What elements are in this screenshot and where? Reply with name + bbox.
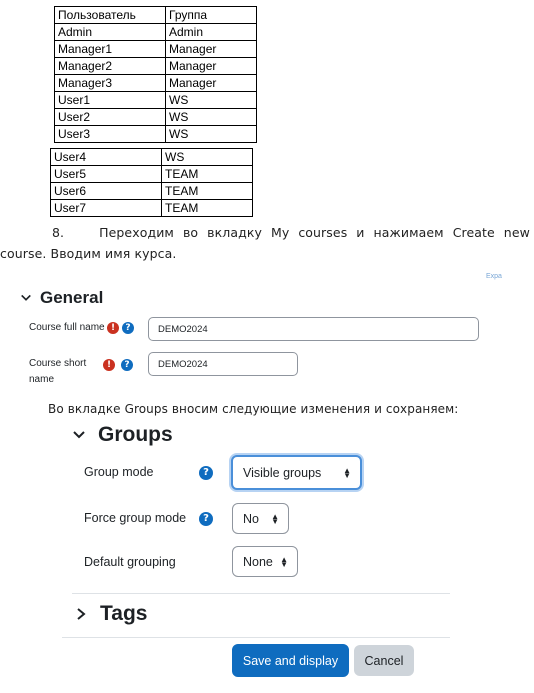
user-cell: Manager2: [54, 57, 166, 75]
user-cell: User6: [50, 182, 162, 200]
step-word: Переходим: [99, 225, 174, 240]
course-short-name-label-line-2: name: [29, 374, 55, 385]
cancel-button[interactable]: Cancel: [354, 645, 414, 676]
users-groups-table-continued: User4 WS User5 TEAM User6 TEAM User7 TEAM: [50, 148, 253, 217]
groups-instruction-text: Во вкладке Groups вносим следующие измен…: [48, 402, 459, 416]
table-row: User7 TEAM: [50, 199, 253, 217]
group-mode-label: Group mode: [84, 465, 154, 479]
general-section-toggle[interactable]: General: [20, 288, 103, 308]
force-group-mode-select[interactable]: No ▲ ▼: [232, 503, 289, 534]
course-short-name-label-line-1: Course short: [29, 358, 87, 369]
default-grouping-value: None: [243, 554, 273, 569]
chevron-down-icon: [73, 431, 85, 439]
step-word: Create: [452, 225, 495, 240]
course-short-name-value: DEMO2024: [158, 358, 208, 370]
step-word: и: [356, 225, 365, 240]
groups-section-toggle[interactable]: Groups: [72, 423, 173, 447]
tags-section-toggle[interactable]: Tags: [74, 602, 147, 626]
step-word: My: [270, 225, 290, 240]
table-row: Admin Admin: [54, 23, 257, 41]
groups-section-title: Groups: [98, 423, 173, 446]
group-cell: Manager: [165, 57, 257, 75]
users-groups-table: Пользователь Группа Admin Admin Manager1 Mana…: [54, 6, 257, 143]
group-cell: Admin: [165, 23, 257, 41]
force-group-mode-label: Force group mode: [84, 511, 187, 525]
up-down-arrows-icon: ▲ ▼: [280, 554, 288, 569]
tags-section-title: Tags: [100, 602, 148, 625]
group-mode-select[interactable]: Visible groups ▲ ▼: [231, 455, 362, 490]
user-cell: Manager3: [54, 74, 166, 92]
required-icon: !: [107, 322, 119, 334]
group-mode-value: Visible groups: [243, 465, 322, 480]
table-row: User1 WS: [54, 91, 257, 109]
user-cell: User3: [54, 125, 166, 143]
step-word: вкладку: [207, 225, 262, 240]
save-and-display-button[interactable]: Save and display: [232, 644, 349, 677]
help-icon[interactable]: ?: [122, 322, 134, 334]
user-cell: Manager1: [54, 40, 166, 58]
table-row: User3 WS: [54, 125, 257, 143]
table-row: User4 WS: [50, 148, 253, 166]
table-row: Manager1 Manager: [54, 40, 257, 58]
step-word: new: [503, 225, 530, 240]
table-row: User5 TEAM: [50, 165, 253, 183]
expand-all-link-fragment[interactable]: Expa: [486, 273, 502, 280]
group-cell: WS: [165, 125, 257, 143]
table-row: User6 TEAM: [50, 182, 253, 200]
general-section-title: General: [40, 288, 104, 307]
up-down-arrows-icon: ▲ ▼: [343, 465, 351, 480]
chevron-right-icon: [77, 608, 86, 620]
step-word: во: [182, 225, 199, 240]
course-short-name-input[interactable]: DEMO2024: [148, 352, 298, 376]
default-grouping-label: Default grouping: [84, 555, 176, 569]
table-row: Manager3 Manager: [54, 74, 257, 92]
course-full-name-label: Course full name: [29, 322, 105, 333]
group-cell: Manager: [165, 40, 257, 58]
chevron-down-icon: [21, 294, 31, 301]
table-header-cell: Группа: [165, 6, 257, 24]
table-row: User2 WS: [54, 108, 257, 126]
help-icon[interactable]: ?: [199, 466, 213, 480]
table-header-cell: Пользователь: [54, 6, 166, 24]
group-cell: Manager: [165, 74, 257, 92]
step-number: 8.: [52, 225, 65, 240]
step-8-paragraph: 8. Переходим во вкладку My courses и нажимаем Cr…: [0, 225, 530, 261]
step-8-line-1: 8. Переходим во вкладку My courses и нажимаем Cr…: [0, 225, 530, 240]
group-cell: TEAM: [161, 199, 253, 217]
table-row: Manager2 Manager: [54, 57, 257, 75]
required-icon: !: [103, 359, 115, 371]
user-cell: Admin: [54, 23, 166, 41]
default-grouping-select[interactable]: None ▲ ▼: [232, 546, 298, 577]
section-divider: [62, 637, 450, 638]
user-cell: User1: [54, 91, 166, 109]
group-cell: TEAM: [161, 165, 253, 183]
user-cell: User2: [54, 108, 166, 126]
force-group-mode-value: No: [243, 511, 259, 526]
course-full-name-input[interactable]: DEMO2024: [148, 317, 479, 341]
section-divider: [72, 593, 450, 594]
user-cell: User5: [50, 165, 162, 183]
help-icon[interactable]: ?: [199, 512, 213, 526]
user-cell: User4: [50, 148, 162, 166]
group-cell: WS: [165, 108, 257, 126]
up-down-arrows-icon: ▲ ▼: [271, 511, 279, 526]
group-cell: WS: [165, 91, 257, 109]
step-word: courses: [298, 225, 348, 240]
group-cell: TEAM: [161, 182, 253, 200]
step-8-line-2: course. Вводим имя курса.: [0, 246, 177, 261]
course-full-name-value: DEMO2024: [158, 323, 208, 335]
table-header-row: Пользователь Группа: [54, 6, 257, 24]
group-cell: WS: [161, 148, 253, 166]
user-cell: User7: [50, 199, 162, 217]
step-word: нажимаем: [373, 225, 444, 240]
help-icon[interactable]: ?: [121, 359, 133, 371]
